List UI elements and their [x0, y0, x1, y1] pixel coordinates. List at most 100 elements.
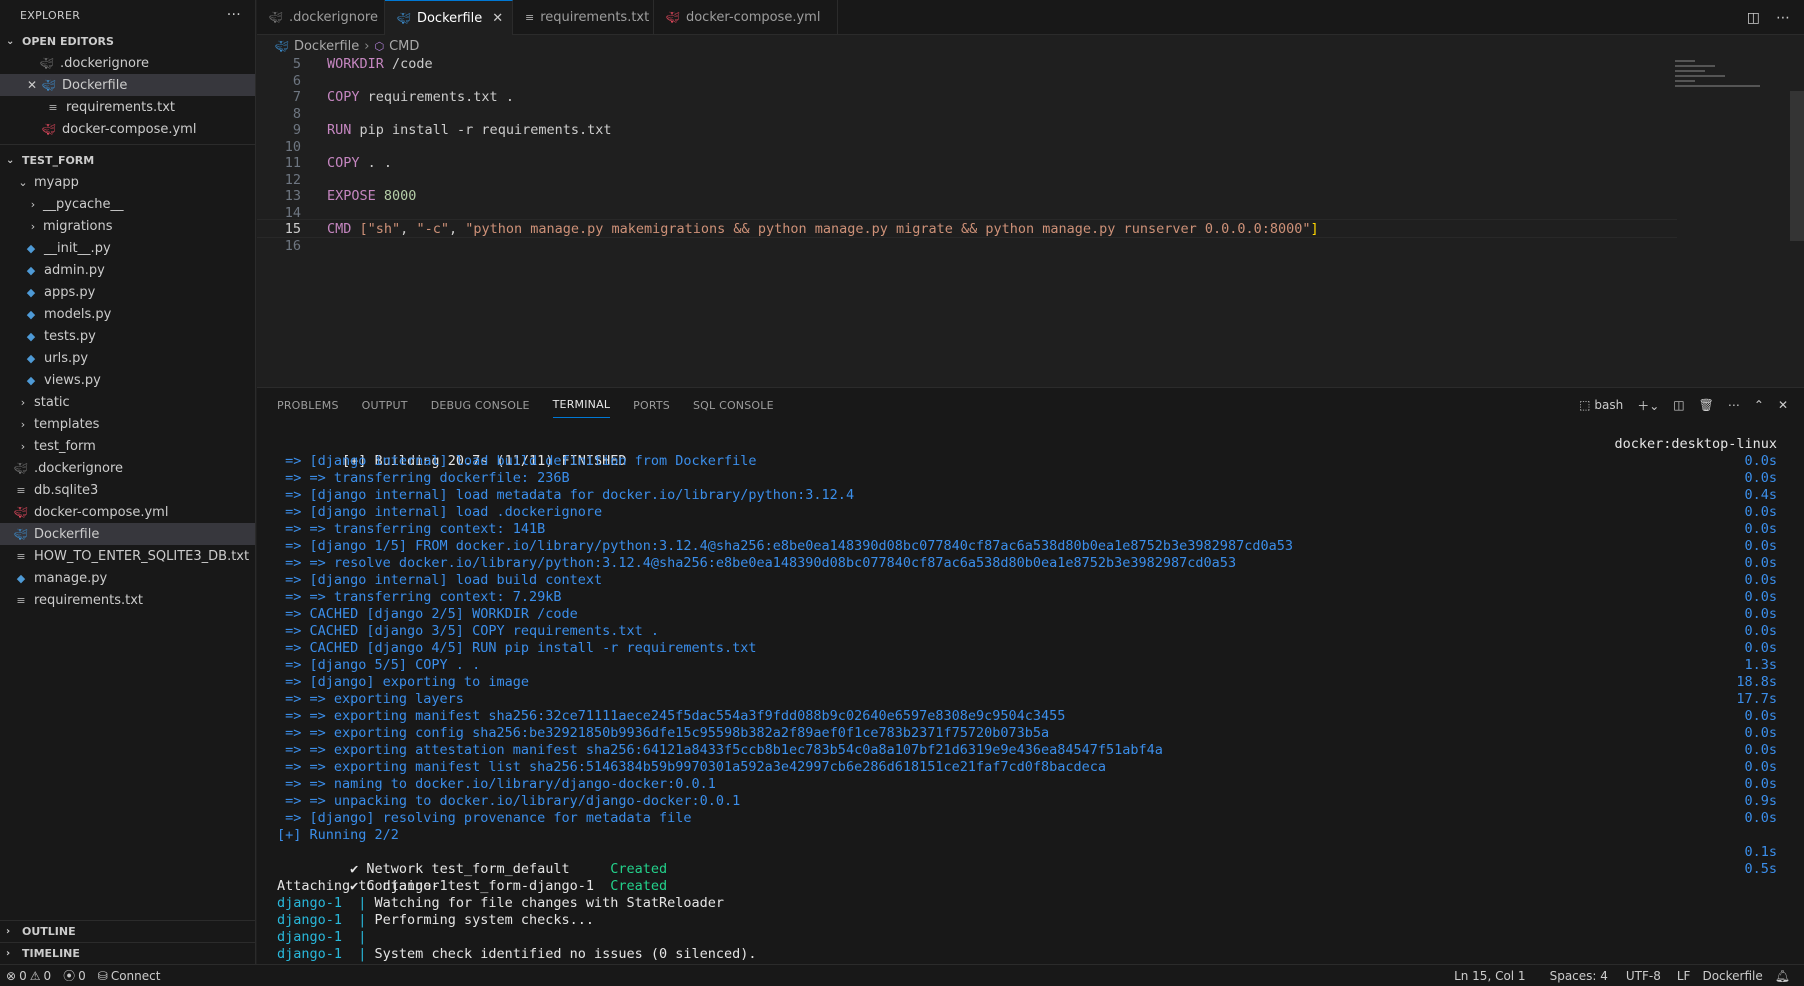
tab-problems[interactable]: PROBLEMS — [277, 393, 339, 418]
more-actions-icon[interactable]: ⋯ — [1776, 10, 1790, 26]
chevron-down-icon: ⌄ — [18, 175, 28, 189]
file-apps[interactable]: ◆ apps.py — [0, 281, 255, 303]
tab-ports[interactable]: PORTS — [633, 393, 670, 418]
outline-section[interactable]: › OUTLINE — [0, 920, 256, 942]
build-step-line: => => exporting manifest sha256:32ce7111… — [277, 708, 1777, 725]
tab-terminal[interactable]: TERMINAL — [552, 392, 611, 418]
notifications-icon[interactable]: 🔔︎ — [1769, 969, 1796, 983]
folder-static[interactable]: › static — [0, 391, 255, 413]
chevron-right-icon: › — [20, 417, 26, 431]
chevron-right-icon: › — [6, 948, 11, 959]
file-init[interactable]: ◆ __init__.py — [0, 237, 255, 259]
folder-pycache[interactable]: › __pycache__ — [0, 193, 255, 215]
vscode-window: EXPLORER ··· ⌄ OPEN EDITORS 🐳︎ .dockerig… — [0, 0, 1804, 986]
tab-requirements[interactable]: ≡ requirements.txt — [513, 0, 654, 35]
folder-test-form[interactable]: › test_form — [0, 435, 255, 457]
split-editor-icon[interactable]: ◫ — [1747, 10, 1760, 26]
file-label: tests.py — [44, 328, 96, 344]
open-editor-dockerignore[interactable]: 🐳︎ .dockerignore — [0, 52, 255, 74]
log-line: django-1 | — [277, 929, 1777, 946]
build-step-time: 0.0s — [1744, 453, 1777, 469]
cursor-position[interactable]: Ln 15, Col 1 — [1448, 969, 1532, 983]
file-label: Dockerfile — [34, 526, 100, 542]
trash-icon[interactable]: 🗑︎ — [1699, 398, 1714, 412]
open-editor-compose[interactable]: 🐳︎ docker-compose.yml — [0, 118, 255, 140]
tab-sql-console[interactable]: SQL CONSOLE — [693, 393, 774, 418]
file-dockerignore[interactable]: 🐳︎ .dockerignore — [0, 457, 255, 479]
timeline-section[interactable]: › TIMELINE — [0, 942, 256, 964]
terminal-output[interactable]: [+] Building 20.7s (11/11) FINISHED dock… — [277, 436, 1777, 963]
ports-status[interactable]: ⦿ 0 — [57, 967, 92, 984]
docker-compose-icon: 🐳︎ — [42, 122, 56, 136]
folder-migrations[interactable]: › migrations — [0, 215, 255, 237]
file-label: models.py — [44, 306, 112, 322]
code-line: 16 — [257, 236, 1677, 255]
connect-status[interactable]: ⛁ Connect — [92, 969, 167, 983]
file-compose[interactable]: 🐳︎ docker-compose.yml — [0, 501, 255, 523]
keyword: COPY — [327, 154, 360, 171]
file-requirements[interactable]: ≡ requirements.txt — [0, 589, 255, 611]
sidebar-bottom-sections: › OUTLINE › TIMELINE — [0, 920, 256, 964]
new-terminal-icon[interactable]: ＋⌄ — [1637, 397, 1659, 414]
log-line: django-1 | Watching for file changes wit… — [277, 895, 1777, 912]
file-views[interactable]: ◆ views.py — [0, 369, 255, 391]
more-actions-icon[interactable]: ⋯ — [1728, 398, 1740, 412]
build-step-time: 0.0s — [1744, 640, 1777, 656]
database-icon: ⛁ — [97, 968, 108, 983]
workspace-section[interactable]: ⌄ TEST_FORM — [0, 149, 255, 171]
editor-scrollbar[interactable] — [1790, 57, 1804, 387]
split-terminal-icon[interactable]: ◫ — [1673, 398, 1684, 412]
file-db[interactable]: ≡ db.sqlite3 — [0, 479, 255, 501]
build-step-text: => => transferring dockerfile: 236B — [277, 470, 570, 486]
code-text: EXPOSE 8000 — [327, 188, 416, 204]
tab-output[interactable]: OUTPUT — [362, 393, 408, 418]
minimap[interactable] — [1675, 57, 1760, 97]
open-editor-dockerfile[interactable]: ✕ 🐳︎ Dockerfile — [0, 74, 255, 96]
file-urls[interactable]: ◆ urls.py — [0, 347, 255, 369]
breadcrumb-file[interactable]: Dockerfile — [294, 39, 359, 54]
encoding[interactable]: UTF-8 — [1620, 969, 1667, 983]
indentation[interactable]: Spaces: 4 — [1544, 969, 1614, 983]
open-editors-section[interactable]: ⌄ OPEN EDITORS — [0, 30, 255, 52]
tab-debug-console[interactable]: DEBUG CONSOLE — [431, 393, 530, 418]
docker-compose-icon: 🐳︎ — [666, 11, 680, 24]
python-icon: ◆ — [26, 241, 36, 255]
file-manage[interactable]: ◆ manage.py — [0, 567, 255, 589]
close-panel-icon[interactable]: ✕ — [1778, 398, 1788, 412]
maximize-panel-icon[interactable]: ⌃ — [1754, 398, 1764, 412]
folder-myapp[interactable]: ⌄ myapp — [0, 171, 255, 193]
scrollbar-thumb[interactable] — [1790, 91, 1804, 241]
build-step-time: 0.0s — [1744, 521, 1777, 537]
folder-templates[interactable]: › templates — [0, 413, 255, 435]
more-actions-icon[interactable]: ··· — [227, 7, 241, 23]
breadcrumb-symbol[interactable]: CMD — [389, 39, 419, 54]
folder-label: myapp — [34, 174, 79, 190]
build-step-text: => => naming to docker.io/library/django… — [277, 776, 716, 792]
python-icon: ◆ — [26, 329, 36, 343]
close-icon[interactable]: ✕ — [492, 11, 503, 26]
chevron-right-icon: › — [30, 197, 36, 211]
folder-label: test_form — [34, 438, 96, 454]
tab-dockerignore[interactable]: 🐳︎ .dockerignore — [257, 0, 385, 35]
docker-icon: 🐳︎ — [275, 39, 289, 53]
file-tests[interactable]: ◆ tests.py — [0, 325, 255, 347]
end-of-line[interactable]: LF — [1671, 969, 1697, 983]
language-mode[interactable]: Dockerfile — [1696, 969, 1768, 983]
file-howto[interactable]: ≡ HOW_TO_ENTER_SQLITE3_DB.txt — [0, 545, 255, 567]
build-step-text: => => exporting layers — [277, 691, 464, 707]
file-dockerfile[interactable]: 🐳︎ Dockerfile — [0, 523, 255, 545]
tab-docker-compose[interactable]: 🐳︎ docker-compose.yml — [654, 0, 838, 35]
build-step-text: => => transferring context: 141B — [277, 521, 546, 537]
open-editor-requirements[interactable]: ≡ requirements.txt — [0, 96, 255, 118]
terminal-selector[interactable]: ⬚ bash — [1579, 398, 1623, 412]
close-icon[interactable]: ✕ — [24, 78, 40, 92]
chevron-right-icon: › — [20, 395, 26, 409]
file-admin[interactable]: ◆ admin.py — [0, 259, 255, 281]
file-models[interactable]: ◆ models.py — [0, 303, 255, 325]
problems-status[interactable]: ⊗ 0 ⚠ 0 — [0, 969, 57, 983]
build-step-time: 0.0s — [1744, 725, 1777, 741]
argument: /code — [383, 55, 433, 72]
build-step-line: => [django internal] load build context 0… — [277, 572, 1777, 589]
code-editor[interactable]: 5 WORKDIR /code 6 7 COPY requirements.tx… — [257, 55, 1804, 387]
tab-dockerfile[interactable]: 🐳︎ Dockerfile ✕ — [385, 0, 513, 35]
